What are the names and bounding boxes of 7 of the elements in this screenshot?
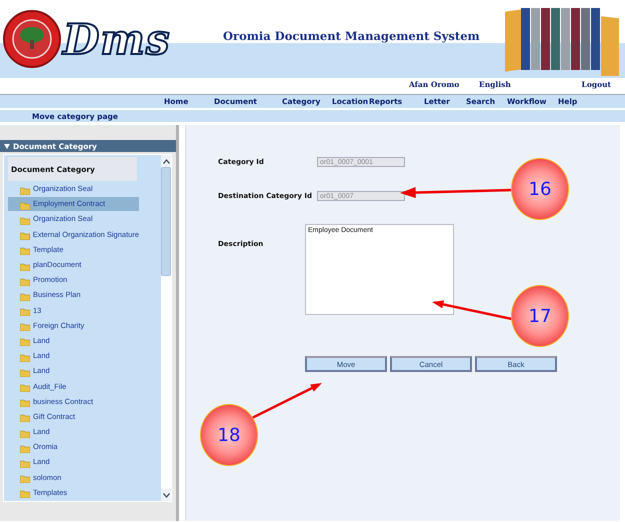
scroll-down-icon bbox=[162, 492, 170, 498]
emblem-icon bbox=[3, 10, 61, 68]
scrollbar[interactable] bbox=[161, 155, 171, 501]
collapse-icon bbox=[4, 144, 10, 148]
site-title: Oromia Document Management System bbox=[222, 29, 481, 43]
scroll-up-icon bbox=[162, 158, 170, 164]
logo-text: Dms bbox=[63, 14, 171, 64]
